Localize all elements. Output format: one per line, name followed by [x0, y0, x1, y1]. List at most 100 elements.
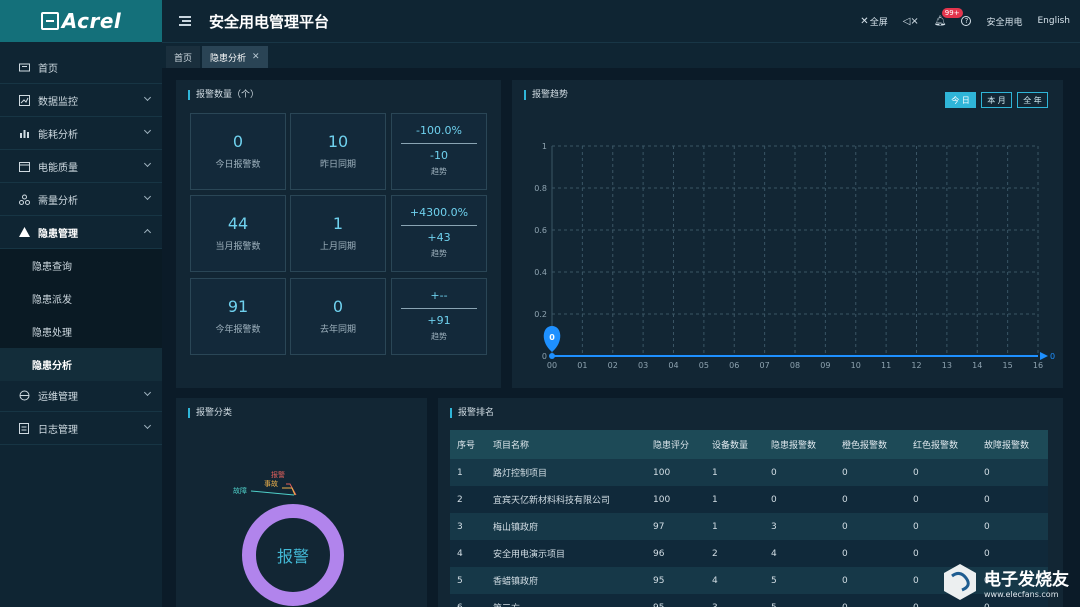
sidebar-item-ops[interactable]: 运维管理 [0, 379, 162, 412]
mute-icon[interactable]: ◁× [903, 16, 919, 27]
table-cell: 4 [705, 567, 764, 594]
table-cell: 96 [646, 540, 705, 567]
x-tick-label: 12 [911, 361, 921, 370]
table-cell: 0 [835, 486, 906, 513]
table-cell: 1 [705, 486, 764, 513]
table-cell: 梅山镇政府 [486, 513, 646, 540]
sidebar-item-label: 首页 [38, 63, 58, 75]
fullscreen-icon: ✕ [860, 15, 869, 27]
month-button[interactable]: 本 月 [981, 92, 1012, 108]
sidebar-item-logs[interactable]: 日志管理 [0, 412, 162, 445]
marker-label: 0 [549, 333, 555, 342]
column-header[interactable]: 红色报警数 [906, 430, 977, 459]
tab-home[interactable]: 首页 [166, 46, 201, 68]
table-cell: 95 [646, 594, 705, 607]
table-cell: 3 [705, 594, 764, 607]
help-icon[interactable]: ? [961, 16, 972, 26]
card-value: 91 [227, 297, 249, 316]
x-tick-label: 09 [820, 361, 830, 370]
tab-bar: 首页 隐患分析 ✕ [162, 42, 1080, 68]
header-actions: ✕ 全屏 ◁× 🔔︎ 99+ ? 安全用电 English [845, 0, 1070, 42]
sidebar-subitem-label: 隐患查询 [32, 262, 72, 273]
chevron-down-icon [143, 159, 152, 168]
card-diff: +43 [427, 231, 451, 244]
legend-accident: 事故 [264, 479, 278, 488]
sidebar-item-home[interactable]: 首页 [0, 51, 162, 84]
column-header[interactable]: 隐患报警数 [764, 430, 835, 459]
user-menu[interactable]: 安全用电 [986, 15, 1022, 28]
column-header[interactable]: 序号 [450, 430, 486, 459]
table-cell: 0 [977, 486, 1048, 513]
y-tick-label: 0.8 [534, 184, 547, 193]
sidebar-subitem-label: 隐患分析 [32, 361, 72, 372]
sidebar-subitem-query[interactable]: 隐患查询 [0, 249, 162, 282]
table-cell: 5 [450, 567, 486, 594]
table-cell: 2 [705, 540, 764, 567]
alarm-card-previous: 10 昨日同期 [290, 113, 386, 190]
sidebar-item-demand[interactable]: 需量分析 [0, 183, 162, 216]
table-row[interactable]: 3 梅山镇政府 97 1 3 0 0 0 [450, 513, 1048, 540]
card-diff: -10 [430, 149, 448, 162]
sidebar-item-energy[interactable]: 能耗分析 [0, 117, 162, 150]
x-tick-label: 15 [1003, 361, 1013, 370]
column-header[interactable]: 设备数量 [705, 430, 764, 459]
card-percent: -100.0% [416, 124, 462, 137]
table-cell: 5 [764, 567, 835, 594]
sidebar-item-power-quality[interactable]: 电能质量 [0, 150, 162, 183]
alarm-card-trend: -100.0% -10 趋势 [391, 113, 487, 190]
table-row[interactable]: 2 宜宾天亿新材料科技有限公司 100 1 0 0 0 0 [450, 486, 1048, 513]
page-title: 安全用电管理平台 [209, 12, 330, 31]
close-icon[interactable]: ✕ [252, 52, 260, 62]
table-cell: 0 [764, 459, 835, 486]
panel-title: 报警趋势 [524, 90, 568, 100]
column-header[interactable]: 隐患评分 [646, 430, 705, 459]
table-cell: 0 [835, 567, 906, 594]
panel-title: 报警数量（个） [188, 90, 259, 100]
chevron-down-icon [143, 93, 152, 102]
today-button[interactable]: 今 日 [945, 92, 976, 108]
sidebar-subitem-handle[interactable]: 隐患处理 [0, 315, 162, 348]
panel-title: 报警排名 [450, 408, 494, 418]
sidebar-item-data-monitor[interactable]: 数据监控 [0, 84, 162, 117]
language-switch[interactable]: English [1038, 16, 1071, 26]
table-cell: 路灯控制项目 [486, 459, 646, 486]
menu-toggle-icon[interactable] [179, 16, 191, 26]
sidebar-subitem-analysis[interactable]: 隐患分析 [0, 348, 162, 381]
chevron-down-icon [143, 192, 152, 201]
alarm-card-current: 44 当月报警数 [190, 195, 286, 272]
card-value: 10 [327, 132, 349, 151]
column-header[interactable]: 橙色报警数 [835, 430, 906, 459]
sidebar-item-label: 隐患管理 [38, 228, 78, 240]
sidebar-subitem-dispatch[interactable]: 隐患派发 [0, 282, 162, 315]
tab-hazard-analysis[interactable]: 隐患分析 ✕ [202, 46, 268, 68]
table-cell: 1 [450, 459, 486, 486]
sidebar-subitem-label: 隐患派发 [32, 295, 72, 306]
column-header[interactable]: 项目名称 [486, 430, 646, 459]
table-cell: 0 [906, 513, 977, 540]
donut-center-label: 报警 [277, 547, 309, 566]
table-cell: 3 [450, 513, 486, 540]
series-end-label: 0 [1050, 352, 1055, 361]
card-diff: +91 [427, 314, 451, 327]
tab-label: 隐患分析 [210, 53, 247, 64]
sidebar-item-hazard[interactable]: 隐患管理 [0, 216, 162, 249]
chevron-down-icon [143, 126, 152, 135]
logo: Acrel [0, 0, 162, 42]
legend-alarm: 报警 [271, 470, 285, 479]
table-row[interactable]: 1 路灯控制项目 100 1 0 0 0 0 [450, 459, 1048, 486]
table-cell: 3 [764, 513, 835, 540]
x-tick-label: 07 [760, 361, 770, 370]
notification-button[interactable]: 🔔︎ 99+ [934, 7, 963, 27]
table-cell: 0 [906, 486, 977, 513]
table-cell: 4 [764, 540, 835, 567]
table-cell: 0 [835, 540, 906, 567]
year-button[interactable]: 全 年 [1017, 92, 1048, 108]
card-value: 0 [232, 132, 244, 151]
fullscreen-button[interactable]: ✕ 全屏 [860, 15, 887, 28]
table-cell: 香蜡镇政府 [486, 567, 646, 594]
series-arrow [1040, 352, 1048, 360]
table-cell: 0 [977, 459, 1048, 486]
table-cell: 95 [646, 567, 705, 594]
column-header[interactable]: 故障报警数 [977, 430, 1048, 459]
fullscreen-label: 全屏 [869, 17, 888, 28]
